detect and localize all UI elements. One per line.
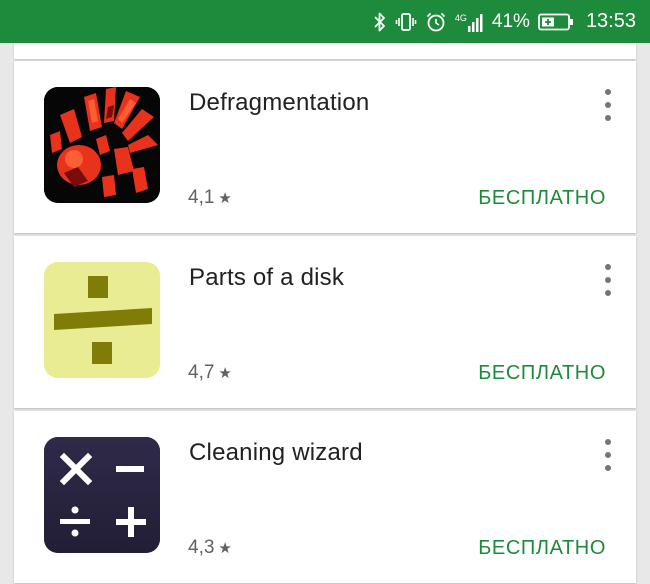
menu-dot — [605, 264, 611, 270]
more-options-icon[interactable] — [602, 439, 614, 471]
rating-value: 4,3 — [188, 537, 215, 558]
app-rating: 4,7 ★ — [188, 362, 232, 384]
app-card[interactable]: Defragmentation 4,1 ★ БЕСПЛАТНО — [14, 61, 636, 233]
menu-dot — [605, 290, 611, 296]
status-bar: 4G 41% 13:53 — [0, 0, 650, 43]
defragmentation-app-icon[interactable] — [44, 87, 160, 203]
menu-dot — [605, 452, 611, 458]
star-icon: ★ — [218, 190, 232, 207]
rating-value: 4,7 — [188, 362, 215, 383]
menu-dot — [605, 115, 611, 121]
menu-dot — [605, 102, 611, 108]
star-icon: ★ — [218, 540, 232, 557]
menu-dot — [605, 465, 611, 471]
battery-charging-icon — [538, 13, 574, 31]
app-title[interactable]: Defragmentation — [189, 89, 369, 117]
bluetooth-icon — [373, 11, 387, 33]
clock: 13:53 — [585, 10, 636, 32]
alarm-icon — [425, 11, 447, 33]
vibrate-icon — [395, 11, 417, 33]
menu-dot — [605, 439, 611, 445]
parts-of-a-disk-app-icon[interactable] — [44, 262, 160, 378]
signal-icon: 4G — [455, 12, 484, 32]
app-title[interactable]: Cleaning wizard — [189, 439, 363, 467]
menu-dot — [605, 89, 611, 95]
price-label[interactable]: БЕСПЛАТНО — [478, 187, 606, 210]
network-type-label: 4G — [454, 12, 467, 23]
rating-value: 4,1 — [188, 187, 215, 208]
app-title[interactable]: Parts of a disk — [189, 264, 344, 292]
app-card[interactable]: Parts of a disk 4,7 ★ БЕСПЛАТНО — [14, 236, 636, 408]
more-options-icon[interactable] — [602, 264, 614, 296]
more-options-icon[interactable] — [602, 89, 614, 121]
previous-card-edge — [14, 43, 636, 59]
star-icon: ★ — [218, 365, 232, 382]
price-label[interactable]: БЕСПЛАТНО — [478, 537, 606, 560]
app-card[interactable]: Cleaning wizard 4,3 ★ БЕСПЛАТНО — [14, 411, 636, 583]
cleaning-wizard-app-icon[interactable] — [44, 437, 160, 553]
battery-percent: 41% — [491, 10, 530, 32]
status-icons: 4G 41% 13:53 — [373, 0, 636, 43]
app-rating: 4,3 ★ — [188, 537, 232, 559]
price-label[interactable]: БЕСПЛАТНО — [478, 362, 606, 385]
menu-dot — [605, 277, 611, 283]
app-rating: 4,1 ★ — [188, 187, 232, 209]
